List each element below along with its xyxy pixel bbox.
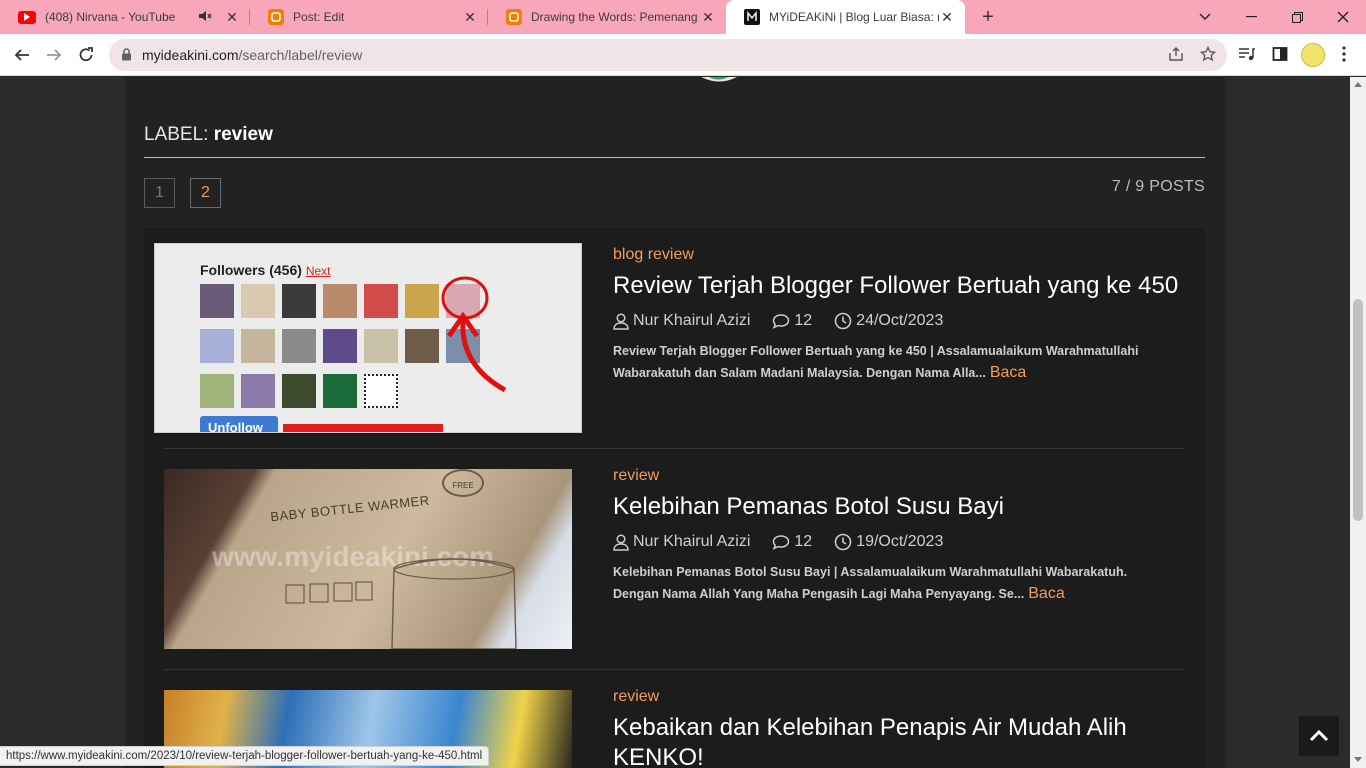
scrollbar-thumb[interactable] <box>1353 299 1363 521</box>
post-count: 7 / 9 POSTS <box>1111 178 1205 195</box>
box-label: BABY BOTTLE WARMER <box>269 492 431 525</box>
warmer-outline <box>391 558 517 649</box>
post-list: Followers (456) Next Unfollow blog revie… <box>144 228 1205 768</box>
tab-post-edit[interactable]: Post: Edit ✕ <box>250 0 488 34</box>
clock-icon <box>834 312 852 330</box>
post-date: 19/Oct/2023 <box>834 533 943 551</box>
lock-icon[interactable] <box>121 48 132 66</box>
tab-strip: (408) Nirvana - YouTube ✕ Post: Edit ✕ D… <box>0 0 1366 34</box>
post-comments[interactable]: 12 <box>772 312 812 330</box>
bookmark-star-icon[interactable] <box>1199 45 1217 64</box>
post-comments[interactable]: 12 <box>772 533 812 551</box>
blogger-icon <box>268 9 284 25</box>
post-thumbnail[interactable]: FREE BABY BOTTLE WARMER www.myideakini.c… <box>164 469 572 649</box>
post-excerpt: Kelebihan Pemanas Botol Susu Bayi | Assa… <box>613 565 1128 602</box>
post-title[interactable]: Review Terjah Blogger Follower Bertuah y… <box>613 271 1193 301</box>
page-2-current[interactable]: 2 <box>190 178 221 208</box>
post-author[interactable]: Nur Khairul Azizi <box>613 312 750 330</box>
read-more-link[interactable]: Baca <box>990 364 1026 381</box>
scroll-up-arrow[interactable] <box>1354 82 1362 87</box>
close-tab-icon[interactable]: ✕ <box>224 9 240 26</box>
post-meta: Nur Khairul Azizi 12 24/Oct/2023 <box>613 312 965 330</box>
main-content: LABEL: review 1 2 7 / 9 POSTS Followers … <box>125 77 1225 768</box>
share-icon[interactable] <box>1167 46 1185 64</box>
url-text: myideakini.com/search/label/review <box>142 47 363 63</box>
read-more-link[interactable]: Baca <box>1028 585 1064 602</box>
restore-button[interactable] <box>1274 0 1320 34</box>
tab-title: Post: Edit <box>293 10 345 24</box>
tab-myideakini[interactable]: MYiDEAKiNi | Blog Luar Biasa: re ✕ <box>726 0 965 34</box>
new-tab-button[interactable]: + <box>976 5 1000 29</box>
status-bar-url: https://www.myideakini.com/2023/10/revie… <box>0 746 490 766</box>
tab-search-icon[interactable] <box>1182 0 1228 34</box>
page-scrollbar[interactable] <box>1350 77 1366 768</box>
post-thumbnail[interactable]: Followers (456) Next Unfollow <box>154 243 582 433</box>
user-icon <box>613 312 629 330</box>
post-category[interactable]: blog review <box>613 246 694 264</box>
comment-icon <box>773 535 790 550</box>
tab-youtube[interactable]: (408) Nirvana - YouTube ✕ <box>0 0 250 34</box>
close-tab-icon[interactable]: ✕ <box>700 9 716 26</box>
minimize-button[interactable] <box>1228 0 1274 34</box>
youtube-icon <box>18 10 36 24</box>
whatsapp-logo <box>701 77 737 82</box>
blogger-icon <box>506 9 522 25</box>
box-icons <box>285 581 373 604</box>
address-bar[interactable]: myideakini.com/search/label/review <box>109 39 1227 71</box>
close-window-button[interactable] <box>1320 0 1366 34</box>
user-icon <box>613 533 629 551</box>
tab-title: MYiDEAKiNi | Blog Luar Biasa: re <box>769 10 939 24</box>
close-tab-icon[interactable]: ✕ <box>462 9 478 26</box>
post-date: 24/Oct/2023 <box>834 312 943 330</box>
post-meta: Nur Khairul Azizi 12 19/Oct/2023 <box>613 533 965 551</box>
post-title[interactable]: Kelebihan Pemanas Botol Susu Bayi <box>613 492 1193 522</box>
free-badge: FREE <box>442 469 484 497</box>
red-arrow-annotation <box>441 276 507 393</box>
post-author[interactable]: Nur Khairul Azizi <box>613 533 750 551</box>
browser-toolbar: myideakini.com/search/label/review <box>0 34 1366 76</box>
speaker-muted-icon[interactable] <box>198 10 212 25</box>
forward-button[interactable] <box>40 41 68 69</box>
divider <box>144 157 1205 158</box>
followers-header: Followers (456) Next <box>200 262 331 278</box>
tab-drawing-the-words[interactable]: Drawing the Words: Pemenang S ✕ <box>488 0 726 34</box>
red-bar <box>283 424 443 432</box>
scroll-down-arrow[interactable] <box>1354 757 1362 762</box>
menu-kebab-icon[interactable] <box>1334 46 1354 66</box>
profile-avatar[interactable] <box>1301 43 1325 67</box>
tab-title: (408) Nirvana - YouTube <box>45 10 176 24</box>
post-category[interactable]: review <box>613 467 659 485</box>
close-tab-icon[interactable]: ✕ <box>939 9 955 26</box>
page-viewport: LABEL: review 1 2 7 / 9 POSTS Followers … <box>0 77 1350 768</box>
media-control-icon[interactable] <box>1237 46 1257 66</box>
comment-icon <box>773 314 790 329</box>
unfollow-button: Unfollow <box>200 416 278 432</box>
post-title[interactable]: Kebaikan dan Kelebihan Penapis Air Mudah… <box>613 713 1193 768</box>
tab-title: Drawing the Words: Pemenang S <box>531 10 700 24</box>
scroll-to-top-button[interactable] <box>1299 716 1339 756</box>
post-excerpt: Review Terjah Blogger Follower Bertuah y… <box>613 344 1139 381</box>
label-heading: LABEL: review <box>144 124 273 145</box>
reload-button[interactable] <box>72 41 100 69</box>
page-1-link[interactable]: 1 <box>144 178 175 208</box>
chevron-up-icon <box>1309 730 1329 742</box>
clock-icon <box>834 533 852 551</box>
myideakini-icon <box>744 9 760 25</box>
back-button[interactable] <box>8 41 36 69</box>
side-panel-icon[interactable] <box>1270 46 1290 66</box>
post-category[interactable]: review <box>613 688 659 706</box>
